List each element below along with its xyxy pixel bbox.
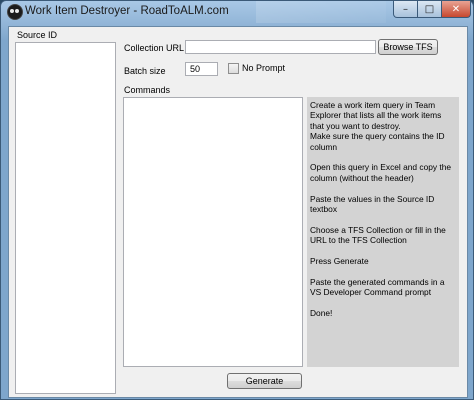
instructions-panel: Create a work item query in Team Explore… (307, 97, 459, 367)
commands-label: Commands (124, 85, 171, 95)
batch-size-input[interactable] (185, 62, 218, 76)
maximize-button[interactable]: □ (417, 1, 442, 18)
commands-textbox[interactable] (123, 97, 303, 367)
maximize-icon: □ (424, 3, 435, 15)
instruction-step: Press Generate (310, 256, 369, 267)
close-button[interactable]: ✕ (441, 1, 471, 18)
browse-tfs-label: Browse TFS (383, 42, 433, 52)
instruction-step: Done! (310, 308, 333, 319)
no-prompt-checkbox[interactable] (228, 63, 239, 74)
collection-url-label: Collection URL (124, 43, 185, 53)
alien-skull-app-icon (7, 4, 23, 20)
instruction-step: Open this query in Excel and copy the co… (310, 162, 452, 183)
instruction-step: Create a work item query in Team Explore… (310, 100, 445, 152)
instruction-step: Choose a TFS Collection or fill in the U… (310, 224, 446, 246)
browse-tfs-button[interactable]: Browse TFS (378, 39, 438, 55)
title-bar[interactable]: Work Item Destroyer - RoadToALM.com – □ … (1, 1, 473, 23)
app-window: Work Item Destroyer - RoadToALM.com – □ … (0, 0, 474, 400)
source-id-label: Source ID (17, 30, 58, 40)
collection-url-input[interactable] (185, 40, 376, 54)
batch-size-label: Batch size (124, 66, 166, 76)
generate-button[interactable]: Generate (227, 373, 302, 389)
window-title: Work Item Destroyer - RoadToALM.com (25, 5, 229, 17)
close-icon: ✕ (451, 3, 461, 15)
no-prompt-label: No Prompt (242, 63, 286, 73)
generate-label: Generate (245, 376, 284, 386)
source-id-textbox[interactable] (15, 42, 116, 394)
instruction-step: Paste the generated commands in a VS Dev… (310, 276, 445, 298)
minimize-button[interactable]: – (393, 1, 418, 18)
minimize-icon: – (403, 3, 408, 15)
form-client-area: Source ID Collection URL Browse TFS Batc… (8, 26, 468, 398)
background-window-glimpse (256, 1, 386, 23)
instruction-step: Paste the values in the Source ID textbo… (310, 193, 435, 215)
